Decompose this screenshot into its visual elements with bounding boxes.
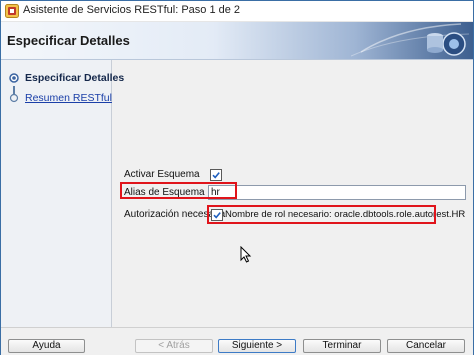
step-especificar-detalles[interactable]: Especificar Detalles — [1, 70, 124, 86]
activar-esquema-label: Activar Esquema — [124, 169, 200, 180]
autorizacion-checkbox[interactable] — [211, 209, 223, 221]
step-label: Resumen RESTful — [25, 92, 112, 104]
wizard-body: Especificar Detalles Resumen RESTful Act… — [1, 60, 473, 327]
wizard-steps-panel: Especificar Detalles Resumen RESTful — [1, 60, 124, 327]
details-form: Activar Esquema Alias de Esquema Autoriz… — [112, 60, 473, 327]
checkmark-icon — [213, 212, 221, 219]
database-gears-icon — [350, 22, 471, 59]
finish-button[interactable]: Terminar — [303, 339, 381, 353]
autorizacion-row: Autorización necesaria Nombre de rol nec… — [112, 206, 473, 224]
page-title: Especificar Detalles — [7, 33, 130, 48]
checkmark-icon — [212, 172, 220, 179]
autorizacion-label: Autorización necesaria — [124, 209, 226, 220]
rol-necesario-text: Nombre de rol necesario: oracle.dbtools.… — [225, 209, 466, 220]
back-button[interactable]: < Atrás — [135, 339, 213, 353]
pending-step-icon — [9, 93, 19, 103]
current-step-icon — [9, 73, 19, 83]
cancel-button[interactable]: Cancelar — [387, 339, 465, 353]
wizard-window: Asistente de Servicios RESTful: Paso 1 d… — [0, 0, 474, 355]
help-button[interactable]: Ayuda — [8, 339, 85, 353]
window-title: Asistente de Servicios RESTful: Paso 1 d… — [23, 4, 241, 16]
wizard-header: Especificar Detalles — [1, 22, 473, 60]
step-resumen-restful[interactable]: Resumen RESTful — [1, 90, 112, 106]
activar-esquema-row: Activar Esquema — [112, 166, 473, 184]
alias-esquema-label: Alias de Esquema — [124, 187, 205, 198]
wizard-footer: Ayuda < Atrás Siguiente > Terminar Cance… — [1, 327, 473, 355]
alias-esquema-input[interactable] — [208, 185, 466, 200]
title-bar: Asistente de Servicios RESTful: Paso 1 d… — [1, 1, 473, 22]
step-label: Especificar Detalles — [25, 72, 125, 84]
next-button[interactable]: Siguiente > — [218, 339, 296, 353]
alias-esquema-row: Alias de Esquema — [112, 184, 473, 202]
activar-esquema-checkbox[interactable] — [210, 169, 222, 181]
mouse-pointer-icon — [240, 245, 252, 264]
oracle-wizard-icon — [5, 4, 19, 18]
